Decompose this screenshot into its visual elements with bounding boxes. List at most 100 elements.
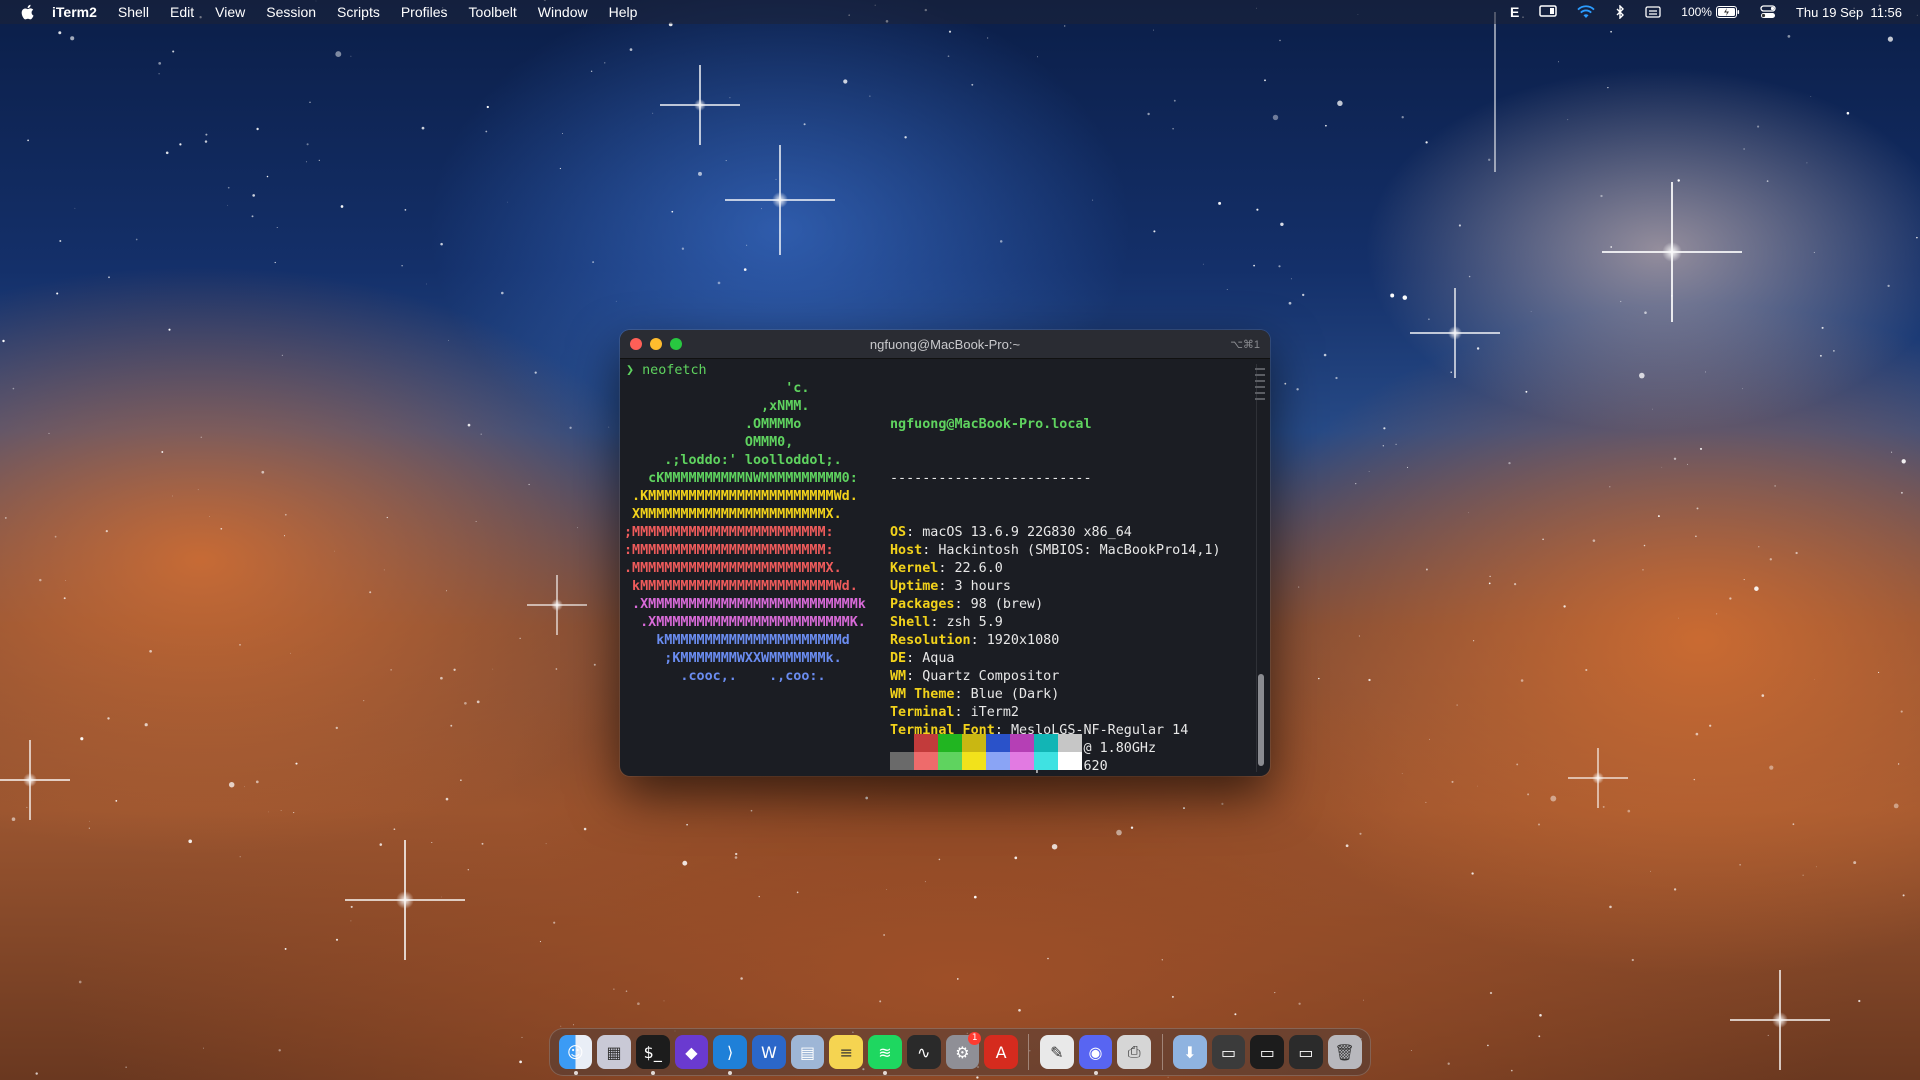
command-text: neofetch bbox=[642, 363, 707, 378]
logo-line: .cooc,. .,coo:. bbox=[624, 669, 826, 684]
menu-edit[interactable]: Edit bbox=[170, 4, 194, 20]
info-row: Terminal: iTerm2 bbox=[890, 705, 1019, 720]
window-titlebar[interactable]: ngfuong@MacBook-Pro:~ ⌥⌘1 bbox=[620, 330, 1270, 359]
info-key: Kernel bbox=[890, 561, 939, 576]
menu-help[interactable]: Help bbox=[609, 4, 638, 20]
dock-acrobat-icon[interactable]: A bbox=[984, 1035, 1018, 1069]
menu-toolbelt[interactable]: Toolbelt bbox=[469, 4, 517, 20]
menu-view[interactable]: View bbox=[215, 4, 245, 20]
window-shortcut-label: ⌥⌘1 bbox=[1230, 338, 1260, 351]
info-value: macOS 13.6.9 22G830 x86_64 bbox=[922, 525, 1132, 540]
dock-preview-icon[interactable]: ▤ bbox=[790, 1035, 825, 1069]
terminal-content[interactable]: ❯ neofetch 'c. ,xNMM. .OMMMMo OMMM0, .;l… bbox=[624, 360, 1250, 776]
palette-swatch bbox=[962, 734, 986, 752]
dock-discord-icon[interactable]: ◉ bbox=[1078, 1035, 1113, 1075]
palette-swatch bbox=[938, 734, 962, 752]
dock-spotify-icon[interactable]: ≋ bbox=[868, 1035, 902, 1075]
system-info: ngfuong@MacBook-Pro.local --------------… bbox=[890, 380, 1221, 776]
palette-swatch bbox=[1058, 734, 1082, 752]
window-title: ngfuong@MacBook-Pro:~ bbox=[869, 336, 1021, 352]
info-row: DE: Aqua bbox=[890, 651, 955, 666]
palette-swatch bbox=[1058, 752, 1082, 770]
logo-line: ;MMMMMMMMMMMMMMMMMMMMMMMM: bbox=[624, 525, 834, 540]
dock-separator bbox=[1161, 1034, 1163, 1070]
keyboard-menu-icon[interactable] bbox=[1645, 6, 1661, 18]
menu-scripts[interactable]: Scripts bbox=[337, 4, 380, 20]
running-indicator bbox=[728, 1071, 733, 1075]
info-value: 1920x1080 bbox=[986, 633, 1060, 648]
info-value: zsh 5.9 bbox=[946, 615, 1003, 630]
battery-percent: 100% bbox=[1681, 5, 1712, 19]
info-row: OS: macOS 13.6.9 22G830 x86_64 bbox=[890, 525, 1132, 540]
control-center-icon[interactable] bbox=[1760, 5, 1776, 19]
info-value: iTerm2 bbox=[970, 705, 1019, 720]
info-key: WM bbox=[890, 669, 907, 684]
palette-swatch bbox=[914, 752, 938, 770]
running-indicator bbox=[573, 1071, 578, 1075]
info-row: Shell: zsh 5.9 bbox=[890, 615, 1003, 630]
dock-finder-icon[interactable]: ☺ bbox=[558, 1035, 593, 1075]
info-key: Uptime bbox=[890, 579, 939, 594]
info-value: 98 (brew) bbox=[970, 597, 1044, 612]
screen-mirroring-icon[interactable] bbox=[1539, 5, 1558, 19]
palette-swatch bbox=[986, 734, 1010, 752]
dock-activity-monitor-icon[interactable]: ∿ bbox=[906, 1035, 941, 1069]
menubar-clock[interactable]: Thu 19 Sep 11:56 bbox=[1796, 5, 1902, 20]
info-row: WM Theme: Blue (Dark) bbox=[890, 687, 1060, 702]
menu-session[interactable]: Session bbox=[266, 4, 316, 20]
notification-badge: 1 bbox=[968, 1032, 982, 1045]
logo-line: ;KMMMMMMMWXXWMMMMMMMk. bbox=[624, 651, 842, 666]
dock-notes-icon[interactable]: ≡ bbox=[829, 1035, 864, 1069]
info-row: Packages: 98 (brew) bbox=[890, 597, 1044, 612]
menu-window[interactable]: Window bbox=[538, 4, 588, 20]
logo-line: ,xNMM. bbox=[624, 399, 810, 414]
input-source-indicator[interactable]: E bbox=[1510, 4, 1519, 20]
info-value: Hackintosh (SMBIOS: MacBookPro14,1) bbox=[938, 543, 1221, 558]
dock-visual-studio-icon[interactable]: ◆ bbox=[674, 1035, 709, 1069]
dock-launchpad-icon[interactable]: ▦ bbox=[597, 1035, 631, 1069]
info-key: Terminal bbox=[890, 705, 955, 720]
logo-line: .OMMMMo bbox=[624, 417, 802, 432]
wifi-icon[interactable] bbox=[1577, 5, 1595, 19]
palette-swatch bbox=[938, 752, 962, 770]
info-key: OS bbox=[890, 525, 907, 540]
dock-window-thumb-1-icon[interactable]: ▭ bbox=[1211, 1035, 1246, 1069]
dock-textedit-icon[interactable]: ✎ bbox=[1039, 1035, 1074, 1069]
dock-window-thumb-2-icon[interactable]: ▭ bbox=[1250, 1035, 1285, 1069]
dock-vscode-icon[interactable]: ⟩ bbox=[713, 1035, 748, 1075]
battery-status[interactable]: 100% bbox=[1681, 5, 1740, 19]
dock-trash-icon[interactable]: 🗑 bbox=[1327, 1035, 1362, 1069]
dock-printer-icon[interactable]: ⎙ bbox=[1117, 1035, 1152, 1069]
running-indicator bbox=[883, 1071, 888, 1075]
logo-line: kMMMMMMMMMMMMMMMMMMMMMMd bbox=[624, 633, 850, 648]
info-row: WM: Quartz Compositor bbox=[890, 669, 1060, 684]
logo-line: OMMM0, bbox=[624, 435, 794, 450]
info-value: Quartz Compositor bbox=[922, 669, 1060, 684]
menu-shell[interactable]: Shell bbox=[118, 4, 149, 20]
info-value: 3 hours bbox=[954, 579, 1011, 594]
dock-downloads-icon[interactable]: ⬇ bbox=[1173, 1035, 1207, 1069]
color-palette bbox=[890, 734, 1082, 770]
apple-menu-icon[interactable] bbox=[18, 2, 38, 22]
dock-word-icon[interactable]: W bbox=[752, 1035, 786, 1069]
dock-system-settings-icon[interactable]: ⚙ 1 bbox=[945, 1032, 982, 1069]
dock-separator bbox=[1028, 1034, 1030, 1070]
info-row: Host: Hackintosh (SMBIOS: MacBookPro14,1… bbox=[890, 543, 1221, 558]
logo-line: .;loddo:' loolloddol;. bbox=[624, 453, 842, 468]
dock-window-thumb-3-icon[interactable]: ▭ bbox=[1289, 1035, 1323, 1069]
logo-line: :MMMMMMMMMMMMMMMMMMMMMMMM: bbox=[624, 543, 834, 558]
dock-iterm2-icon[interactable]: $_ bbox=[635, 1035, 670, 1075]
terminal-scrollbar[interactable] bbox=[1254, 364, 1268, 772]
iterm-window: ngfuong@MacBook-Pro:~ ⌥⌘1 ❯ neofetch 'c.… bbox=[620, 330, 1270, 776]
menu-profiles[interactable]: Profiles bbox=[401, 4, 448, 20]
apple-ascii-logo: 'c. ,xNMM. .OMMMMo OMMM0, .;loddo:' lool… bbox=[624, 380, 866, 686]
palette-swatch bbox=[1034, 752, 1058, 770]
scrollbar-thumb[interactable] bbox=[1258, 674, 1264, 766]
bluetooth-icon[interactable] bbox=[1615, 5, 1625, 19]
logo-line: 'c. bbox=[624, 381, 810, 396]
info-row: Kernel: 22.6.0 bbox=[890, 561, 1003, 576]
palette-swatch bbox=[1034, 734, 1058, 752]
logo-line: kMMMMMMMMMMMMMMMMMMMMMMMMWd. bbox=[624, 579, 858, 594]
menu-app-name[interactable]: iTerm2 bbox=[52, 4, 97, 20]
dock: ☺ ▦ $_ ◆ ⟩ W ▤ ≡ ≋ ∿ ⚙ 1 A ✎ ◉ ⎙ ⬇ ▭ ▭ ▭ 🗑 bbox=[549, 1028, 1371, 1076]
